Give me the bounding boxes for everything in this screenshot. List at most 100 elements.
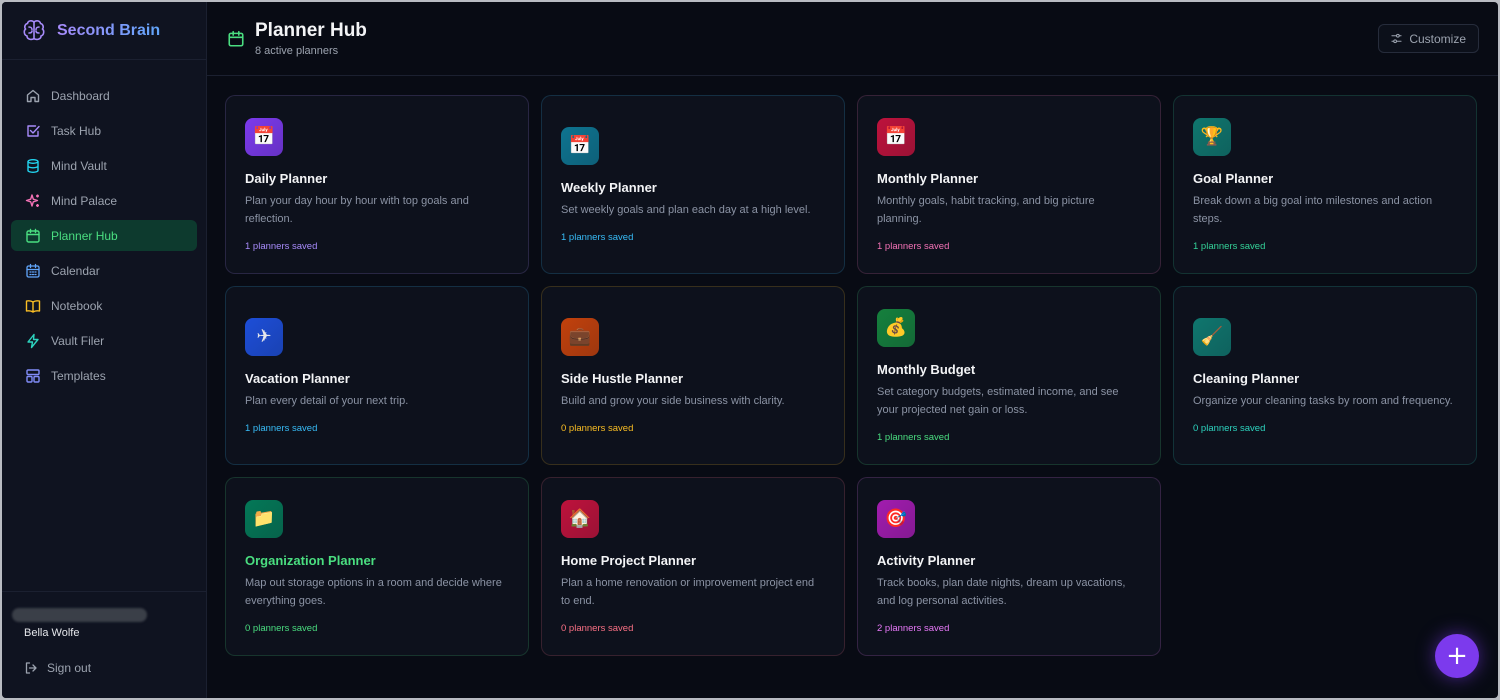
- planner-card-daily-planner[interactable]: 📅 Daily Planner Plan your day hour by hour…: [225, 95, 529, 274]
- planner-card-status: 0 planners saved: [561, 622, 634, 634]
- sidebar-item-label: Calendar: [51, 263, 100, 278]
- planner-card-status: 0 planners saved: [1193, 422, 1266, 434]
- planner-card-description: Organize your cleaning tasks by room and…: [1193, 394, 1453, 407]
- sparkles-icon: [25, 193, 39, 207]
- checkbox-icon: [27, 124, 40, 137]
- sidebar-item-label: Dashboard: [51, 88, 110, 103]
- header-titles: Planner Hub 8 active planners: [255, 20, 367, 57]
- page-subtitle: 8 active planners: [255, 45, 339, 57]
- lightning-icon: [27, 333, 39, 348]
- customize-button[interactable]: Customize: [1378, 24, 1479, 53]
- sign-out-button[interactable]: Sign out: [24, 661, 91, 675]
- planner-card-description: Plan a home renovation or improvement pr…: [561, 576, 815, 607]
- sidebar: Second Brain Dashboard Task Hub Mind Vau…: [2, 2, 207, 698]
- sidebar-item-planner-hub[interactable]: Planner Hub: [11, 220, 197, 251]
- planner-card-cleaning-planner[interactable]: 🧹 Cleaning Planner Organize your cleaning …: [1173, 286, 1477, 465]
- planner-card-title: Goal Planner: [1193, 170, 1274, 186]
- sidebar-item-dashboard[interactable]: Dashboard: [11, 80, 197, 111]
- sidebar-item-mind-vault[interactable]: Mind Vault: [11, 150, 197, 181]
- page-title: Planner Hub: [255, 20, 367, 41]
- broom-icon: 🧹: [1193, 317, 1231, 356]
- planner-card-title: Vacation Planner: [245, 370, 350, 386]
- calendar-icon: 📅: [877, 117, 915, 156]
- planner-card-description: Monthly goals, habit tracking, and big p…: [877, 194, 1095, 225]
- planner-card-status: 0 planners saved: [245, 622, 318, 634]
- planner-grid: 📅 Daily Planner Plan your day hour by hour…: [225, 95, 1477, 656]
- sidebar-item-vault-filer[interactable]: Vault Filer: [11, 325, 197, 356]
- airplane-icon: ✈: [245, 317, 283, 356]
- planner-card-description: Set weekly goals and plan each day at a …: [561, 203, 811, 216]
- calendar-icon: 📅: [561, 126, 599, 165]
- sidebar-item-calendar[interactable]: Calendar: [11, 255, 197, 286]
- sidebar-item-label: Mind Vault: [51, 158, 107, 173]
- trophy-icon: 🏆: [1193, 117, 1231, 156]
- planner-card-description: Plan your day hour by hour with top goal…: [245, 194, 469, 225]
- target-icon: 🎯: [877, 499, 915, 538]
- planner-card-side-hustle-planner[interactable]: 💼 Side Hustle Planner Build and grow your …: [541, 286, 845, 465]
- money-bag-icon: 💰: [877, 308, 915, 347]
- planner-card-description: Build and grow your side business with c…: [561, 394, 785, 407]
- planner-card-vacation-planner[interactable]: ✈ Vacation Planner Plan every detail of yo…: [225, 286, 529, 465]
- page-header: Planner Hub 8 active planners Customize: [207, 2, 1498, 76]
- planner-card-weekly-planner[interactable]: 📅 Weekly Planner Set weekly goals and plan…: [541, 95, 845, 274]
- sign-out-label: Sign out: [47, 661, 92, 675]
- planner-card-description: Break down a big goal into milestones an…: [1193, 194, 1433, 225]
- folder-icon: 📁: [245, 499, 283, 538]
- planner-card-description: Plan every detail of your next trip.: [245, 394, 409, 407]
- planner-card-activity-planner[interactable]: 🎯 Activity Planner Track books, plan date …: [857, 477, 1161, 656]
- planner-card-monthly-budget[interactable]: 💰 Monthly Budget Set category budgets, est…: [857, 286, 1161, 465]
- planner-card-status: 2 planners saved: [877, 622, 950, 634]
- sidebar-item-label: Templates: [51, 368, 106, 383]
- planner-card-status: 0 planners saved: [561, 422, 634, 434]
- planner-card-goal-planner[interactable]: 🏆 Goal Planner Break down a big goal into …: [1173, 95, 1477, 274]
- planner-card-status: 1 planners saved: [245, 422, 318, 434]
- redacted-email: [12, 608, 147, 622]
- app-window: Second Brain Dashboard Task Hub Mind Vau…: [2, 2, 1498, 698]
- sidebar-item-label: Notebook: [51, 298, 103, 313]
- sliders-icon: [1391, 33, 1402, 44]
- planner-card-organization-planner[interactable]: 📁 Organization Planner Map out storage opt…: [225, 477, 529, 656]
- planner-card-title: Activity Planner: [877, 552, 976, 568]
- planner-card-title: Home Project Planner: [561, 552, 697, 568]
- planner-card-monthly-planner[interactable]: 📅 Monthly Planner Monthly goals, habit tra…: [857, 95, 1161, 274]
- planner-card-title: Cleaning Planner: [1193, 370, 1300, 386]
- planner-card-title: Organization Planner: [245, 552, 376, 568]
- sidebar-item-label: Task Hub: [51, 123, 102, 138]
- sidebar-item-notebook[interactable]: Notebook: [11, 290, 197, 321]
- briefcase-icon: 💼: [561, 317, 599, 356]
- planner-card-status: 1 planners saved: [877, 240, 950, 252]
- planner-card-status: 1 planners saved: [245, 240, 318, 252]
- planner-card-home-project-planner[interactable]: 🏠 Home Project Planner Plan a home renovat…: [541, 477, 845, 656]
- brain-icon: [23, 19, 45, 40]
- planner-card-description: Map out storage options in a room and de…: [245, 576, 502, 607]
- planner-card-status: 1 planners saved: [1193, 240, 1266, 252]
- sidebar-nav: Dashboard Task Hub Mind Vault Mind Palac…: [2, 60, 206, 391]
- calendar-icon: [228, 30, 244, 47]
- planner-card-title: Monthly Budget: [877, 361, 976, 377]
- planner-card-description: Track books, plan date nights, dream up …: [877, 576, 1126, 607]
- house-icon: 🏠: [561, 499, 599, 538]
- planner-card-title: Weekly Planner: [561, 179, 657, 195]
- sidebar-item-label: Planner Hub: [51, 228, 118, 243]
- sidebar-footer: Bella Wolfe Sign out: [2, 591, 206, 698]
- main-content: Planner Hub 8 active planners Customize …: [207, 2, 1498, 698]
- sign-out-icon: [25, 662, 37, 674]
- planner-card-status: 1 planners saved: [877, 431, 950, 443]
- planner-card-description: Set category budgets, estimated income, …: [877, 385, 1119, 416]
- layout-icon: [26, 368, 40, 383]
- sidebar-item-templates[interactable]: Templates: [11, 360, 197, 391]
- calendar-icon: [26, 228, 40, 243]
- user-name: Bella Wolfe: [24, 627, 80, 639]
- home-icon: [26, 89, 40, 102]
- calendar-icon: 📅: [245, 117, 283, 156]
- customize-label: Customize: [1409, 31, 1466, 46]
- planner-card-title: Monthly Planner: [877, 170, 979, 186]
- sidebar-item-mind-palace[interactable]: Mind Palace: [11, 185, 197, 216]
- calendar-grid-icon: [26, 263, 40, 278]
- planner-card-title: Daily Planner: [245, 170, 328, 186]
- brand[interactable]: Second Brain: [2, 2, 206, 60]
- planner-card-title: Side Hustle Planner: [561, 370, 684, 386]
- sidebar-item-task-hub[interactable]: Task Hub: [11, 115, 197, 146]
- brand-name: Second Brain: [57, 21, 161, 39]
- add-planner-button[interactable]: +: [1435, 634, 1479, 678]
